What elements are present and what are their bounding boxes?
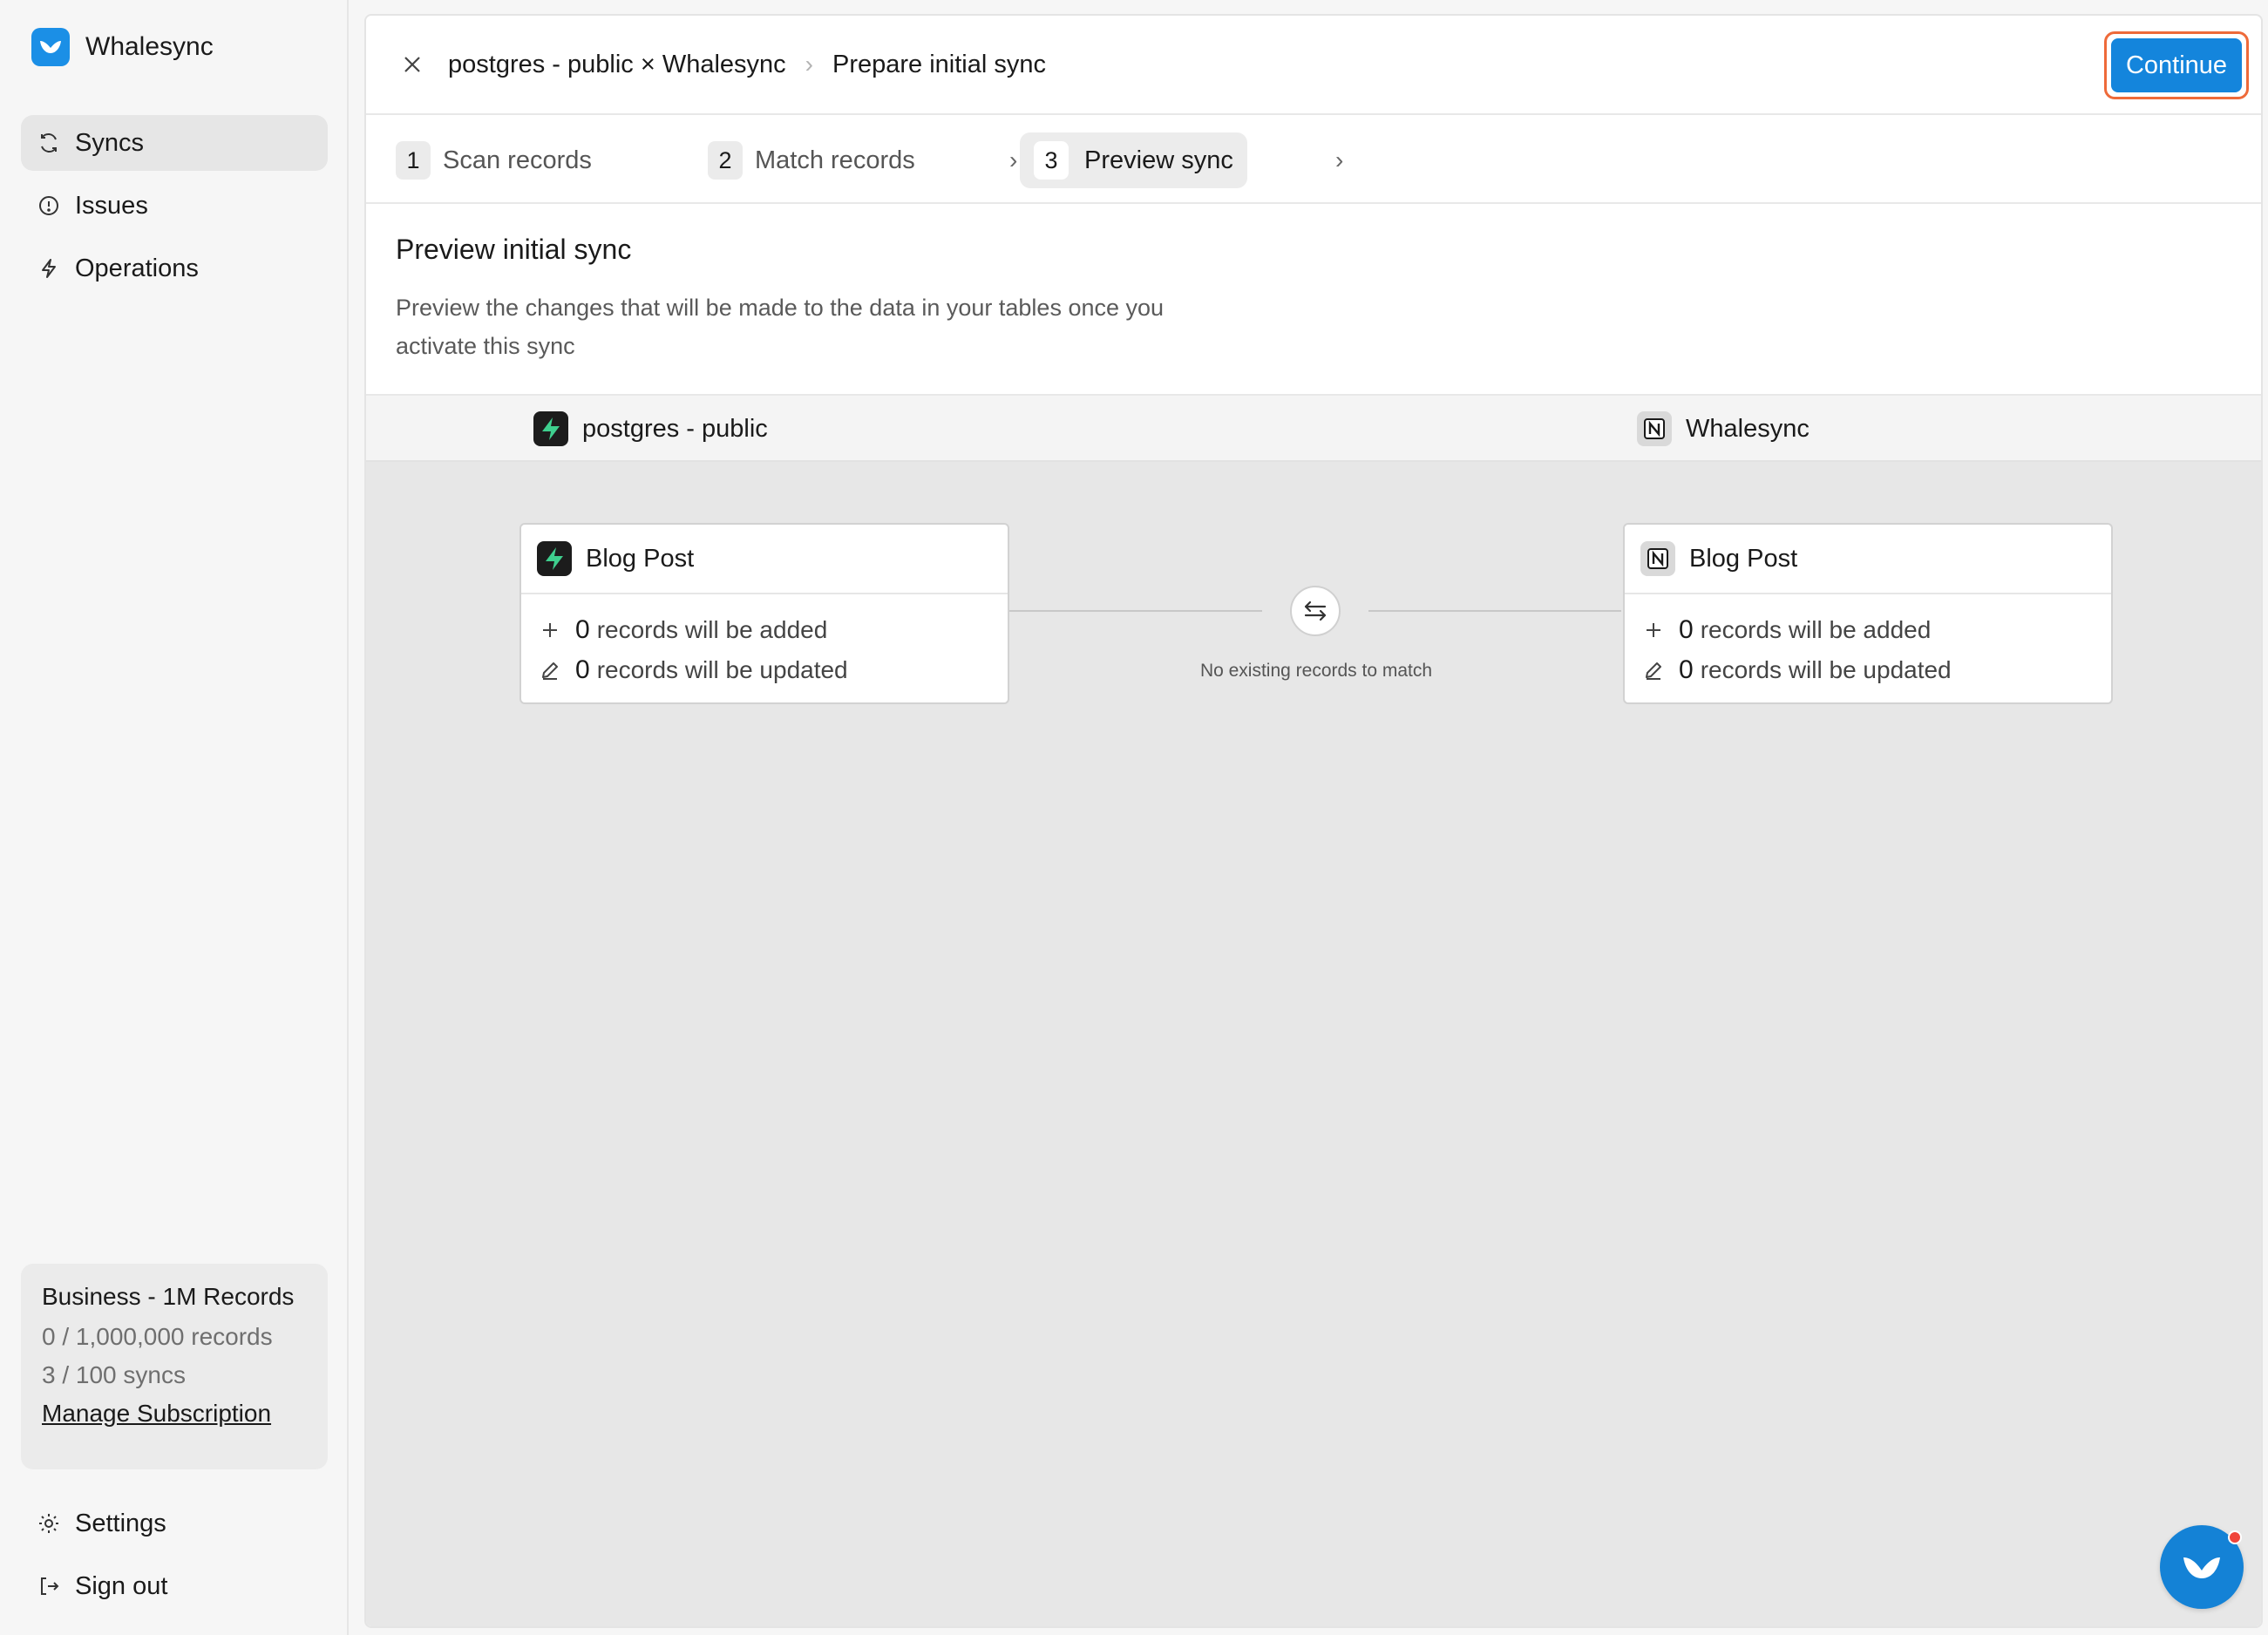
pencil-icon (1640, 660, 1667, 681)
header: postgres - public × Whalesync › Prepare … (366, 16, 2261, 115)
added-count: 0 (575, 615, 590, 644)
preview-canvas: Blog Post 0 records will be added 0 reco… (366, 462, 2261, 1626)
step-number: 1 (396, 141, 431, 180)
step-scan-records[interactable]: 1 Scan records (396, 132, 606, 188)
step-match-records[interactable]: 2 Match records (708, 132, 929, 188)
source-left: postgres - public (533, 411, 768, 446)
sidebar-item-label: Issues (75, 191, 148, 220)
records-added-row: 0 records will be added (1625, 610, 2111, 650)
chat-launcher-button[interactable] (2160, 1525, 2244, 1609)
match-note: No existing records to match (1199, 661, 1433, 681)
sidebar-item-settings[interactable]: Settings (21, 1496, 328, 1551)
sidebar-item-label: Operations (75, 254, 199, 282)
continue-highlight: Continue (2104, 31, 2249, 99)
plan-records-usage: 0 / 1,000,000 records (42, 1323, 273, 1350)
pencil-icon (537, 660, 563, 681)
source-right-name: Whalesync (1686, 414, 1810, 443)
updated-count: 0 (575, 655, 590, 684)
step-number: 2 (708, 141, 743, 180)
lightning-icon (37, 256, 61, 281)
source-right: Whalesync (1637, 411, 1810, 446)
sidebar-item-sign-out[interactable]: Sign out (21, 1558, 328, 1614)
card-title: Blog Post (1689, 544, 1798, 573)
breadcrumb-sync[interactable]: postgres - public × Whalesync (448, 51, 786, 79)
step-number: 3 (1034, 141, 1069, 180)
card-header: Blog Post (521, 525, 1008, 594)
plus-icon (1640, 621, 1667, 640)
bottom-nav: Settings Sign out (21, 1496, 328, 1621)
plan-card: Business - 1M Records 0 / 1,000,000 reco… (21, 1264, 328, 1469)
brand[interactable]: Whalesync (31, 28, 214, 66)
connector-line-left (1009, 610, 1262, 612)
sign-out-icon (37, 1574, 61, 1598)
step-label: Preview sync (1084, 146, 1233, 174)
updated-text: records will be updated (1700, 656, 1952, 683)
whalesync-logo-icon (31, 28, 70, 66)
page-title: Preview initial sync (396, 234, 632, 265)
card-rows: 0 records will be added 0 records will b… (521, 594, 1008, 690)
connector-line-right (1368, 610, 1621, 612)
source-left-name: postgres - public (582, 414, 768, 443)
plan-syncs-usage: 3 / 100 syncs (42, 1361, 186, 1388)
step-label: Match records (755, 146, 915, 174)
step-preview-sync[interactable]: 3 Preview sync (1020, 132, 1247, 188)
added-text: records will be added (1700, 616, 1932, 643)
card-rows: 0 records will be added 0 records will b… (1625, 594, 2111, 690)
records-updated-row: 0 records will be updated (521, 650, 1008, 690)
chevron-right-icon: › (1335, 146, 1344, 173)
stepper: 1 Scan records › 2 Match records › 3 Pre… (366, 117, 2261, 204)
plan-title: Business - 1M Records (42, 1283, 295, 1310)
records-updated-row: 0 records will be updated (1625, 650, 2111, 690)
continue-button[interactable]: Continue (2111, 38, 2242, 92)
intro: Preview initial sync Preview the changes… (396, 234, 1180, 365)
main-panel: postgres - public × Whalesync › Prepare … (364, 14, 2263, 1628)
step-label: Scan records (443, 146, 592, 174)
notion-icon (1640, 541, 1675, 576)
main-nav: Syncs Issues Operations (21, 115, 328, 303)
added-text: records will be added (596, 616, 828, 643)
plus-icon (537, 621, 563, 640)
sidebar-item-syncs[interactable]: Syncs (21, 115, 328, 171)
source-table-card[interactable]: Blog Post 0 records will be added 0 reco… (519, 523, 1009, 704)
brand-name: Whalesync (85, 32, 214, 61)
notification-dot (2228, 1530, 2242, 1544)
breadcrumb-chevron-icon: › (805, 51, 813, 78)
sidebar-item-label: Settings (75, 1509, 166, 1537)
sidebar-item-label: Syncs (75, 128, 144, 157)
source-strip: postgres - public Whalesync (366, 394, 2261, 462)
gear-icon (37, 1511, 61, 1536)
whale-icon (2183, 1557, 2220, 1578)
close-icon[interactable] (397, 50, 427, 79)
sidebar: Whalesync Syncs Issues Operations Busine… (0, 0, 349, 1635)
app-root: Whalesync Syncs Issues Operations Busine… (0, 0, 2268, 1635)
updated-text: records will be updated (596, 656, 848, 683)
chevron-right-icon: › (1009, 146, 1018, 173)
destination-table-card[interactable]: Blog Post 0 records will be added 0 reco… (1623, 523, 2113, 704)
updated-count: 0 (1679, 655, 1694, 684)
notion-icon (1637, 411, 1672, 446)
breadcrumb-page: Prepare initial sync (832, 50, 1046, 78)
page-description: Preview the changes that will be made to… (396, 295, 1165, 359)
records-added-row: 0 records will be added (521, 610, 1008, 650)
card-title: Blog Post (586, 544, 695, 573)
alert-circle-icon (37, 193, 61, 218)
sync-icon (37, 131, 61, 155)
sidebar-item-label: Sign out (75, 1571, 168, 1600)
swap-arrows-icon[interactable] (1290, 586, 1341, 636)
supabase-icon (537, 541, 572, 576)
manage-subscription-link[interactable]: Manage Subscription (42, 1400, 271, 1427)
card-header: Blog Post (1625, 525, 2111, 594)
added-count: 0 (1679, 615, 1694, 644)
sidebar-item-operations[interactable]: Operations (21, 241, 328, 296)
sidebar-item-issues[interactable]: Issues (21, 178, 328, 234)
supabase-icon (533, 411, 568, 446)
